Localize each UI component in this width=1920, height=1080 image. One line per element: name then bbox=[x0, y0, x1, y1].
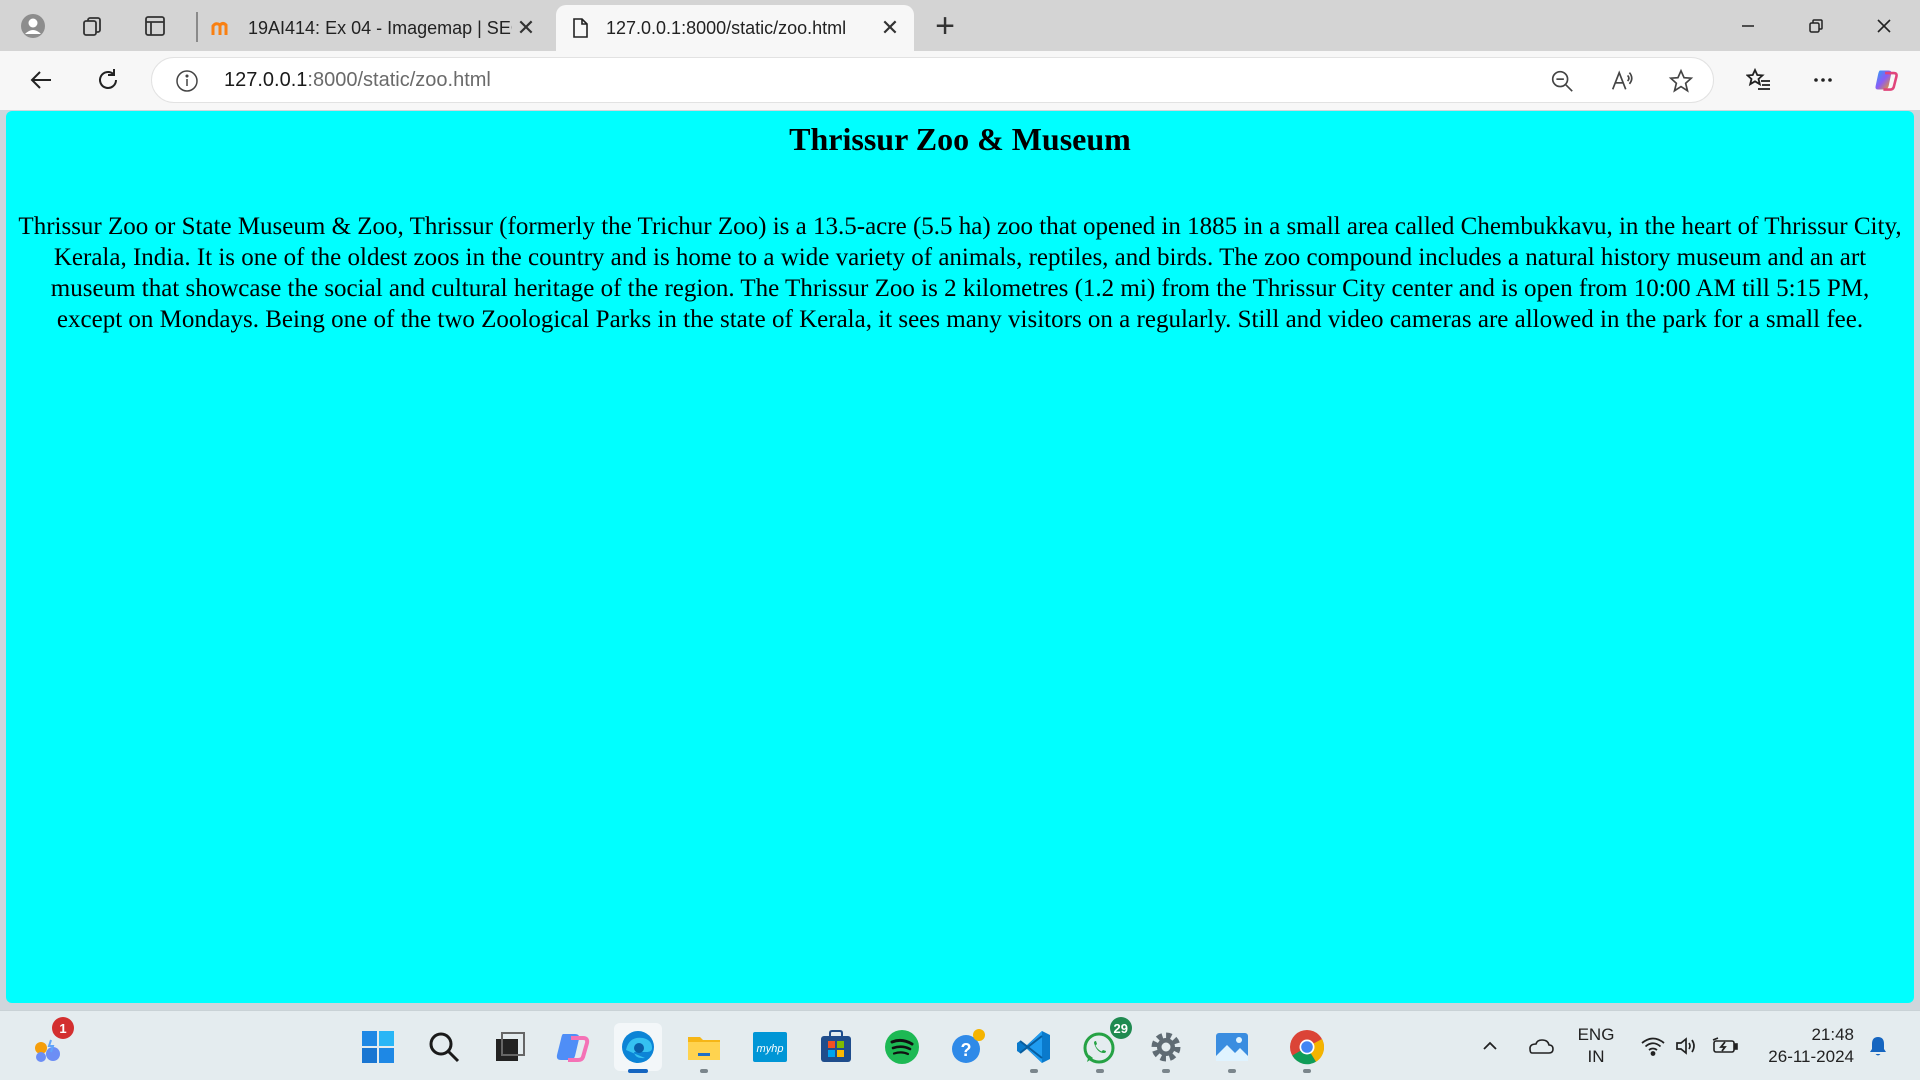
active-indicator bbox=[628, 1069, 648, 1073]
file-icon bbox=[568, 16, 592, 40]
language-line2: IN bbox=[1587, 1047, 1605, 1066]
url-path: :8000/static/zoo.html bbox=[307, 69, 491, 91]
moodle-icon bbox=[210, 16, 234, 40]
windows-start-icon[interactable] bbox=[354, 1023, 402, 1071]
whatsapp-badge: 29 bbox=[1109, 1017, 1132, 1039]
close-window-icon[interactable] bbox=[1850, 0, 1918, 51]
svg-text:?: ? bbox=[961, 1040, 972, 1060]
running-indicator bbox=[700, 1069, 708, 1073]
onedrive-cloud-icon[interactable] bbox=[1524, 1011, 1556, 1080]
page-viewport: Thrissur Zoo & Museum Thrissur Zoo or St… bbox=[6, 111, 1914, 1003]
running-indicator bbox=[1162, 1069, 1170, 1073]
wifi-icon[interactable] bbox=[1638, 1011, 1668, 1080]
workspaces-icon[interactable] bbox=[72, 6, 112, 46]
myhp-icon[interactable]: myhp bbox=[746, 1023, 794, 1071]
vscode-icon[interactable] bbox=[1010, 1023, 1058, 1073]
more-options-icon[interactable] bbox=[1801, 58, 1845, 102]
refresh-icon[interactable] bbox=[86, 58, 130, 102]
battery-charging-icon[interactable] bbox=[1710, 1011, 1740, 1080]
url-text[interactable]: 127.0.0.1:8000/static/zoo.html bbox=[224, 69, 491, 92]
show-hidden-icons-icon[interactable] bbox=[1476, 1011, 1504, 1080]
restore-icon[interactable] bbox=[1782, 0, 1850, 51]
profile-avatar-icon[interactable] bbox=[13, 6, 53, 46]
tab-title: 127.0.0.1:8000/static/zoo.html bbox=[606, 17, 847, 38]
new-tab-icon[interactable]: + bbox=[925, 6, 965, 46]
clock-date: 26-11-2024 bbox=[1768, 1047, 1854, 1066]
clock-time: 21:48 bbox=[1811, 1025, 1854, 1044]
windows-taskbar: 1 myhp ? 29 ENG IN 21:48 26-11-2024 bbox=[0, 1010, 1920, 1080]
tab-title: 19AI414: Ex 04 - Imagemap | SEC bbox=[248, 17, 512, 38]
url-host: 127.0.0.1 bbox=[224, 69, 308, 91]
language-indicator[interactable]: ENG IN bbox=[1570, 1011, 1622, 1080]
site-info-icon[interactable] bbox=[174, 68, 200, 94]
search-icon[interactable] bbox=[420, 1023, 468, 1071]
tab-zoo[interactable]: 127.0.0.1:8000/static/zoo.html ✕ bbox=[556, 5, 914, 51]
running-indicator bbox=[1030, 1069, 1038, 1073]
minimize-icon[interactable] bbox=[1714, 0, 1782, 51]
address-bar[interactable]: 127.0.0.1:8000/static/zoo.html bbox=[151, 57, 1714, 103]
copilot-taskbar-icon[interactable] bbox=[548, 1023, 596, 1071]
spotify-icon[interactable] bbox=[878, 1023, 926, 1071]
get-help-icon[interactable]: ? bbox=[944, 1023, 992, 1071]
file-explorer-icon[interactable] bbox=[680, 1023, 728, 1073]
weather-widget-icon[interactable]: 1 bbox=[24, 1017, 74, 1071]
read-aloud-icon[interactable] bbox=[1608, 67, 1636, 95]
back-arrow-icon[interactable] bbox=[19, 58, 63, 102]
favorites-list-icon[interactable] bbox=[1737, 58, 1781, 102]
running-indicator bbox=[1303, 1069, 1311, 1073]
browser-toolbar: 127.0.0.1:8000/static/zoo.html bbox=[0, 51, 1920, 110]
tab-imagemap[interactable]: 19AI414: Ex 04 - Imagemap | SEC ✕ bbox=[198, 5, 550, 51]
language-line1: ENG bbox=[1577, 1025, 1615, 1044]
task-view-icon[interactable] bbox=[486, 1023, 534, 1071]
running-indicator bbox=[1228, 1069, 1236, 1073]
edge-browser-icon[interactable] bbox=[614, 1023, 662, 1073]
tab-strip: 19AI414: Ex 04 - Imagemap | SEC ✕ 127.0.… bbox=[0, 0, 1920, 51]
running-indicator bbox=[1096, 1069, 1104, 1073]
microsoft-store-icon[interactable] bbox=[812, 1023, 860, 1071]
page-title: Thrissur Zoo & Museum bbox=[789, 121, 1131, 157]
copilot-icon[interactable] bbox=[1864, 58, 1908, 102]
page-description: Thrissur Zoo or State Museum & Zoo, Thri… bbox=[18, 213, 1902, 333]
whatsapp-icon[interactable]: 29 bbox=[1076, 1017, 1132, 1073]
close-tab-icon[interactable]: ✕ bbox=[512, 14, 540, 42]
close-tab-icon[interactable]: ✕ bbox=[876, 14, 904, 42]
settings-gear-icon[interactable] bbox=[1142, 1023, 1190, 1073]
zoom-out-icon[interactable] bbox=[1548, 67, 1576, 95]
myhp-label: myhp bbox=[757, 1043, 784, 1055]
favorite-star-icon[interactable] bbox=[1667, 67, 1695, 95]
vertical-tabs-icon[interactable] bbox=[135, 6, 175, 46]
clock[interactable]: 21:48 26-11-2024 bbox=[1756, 1011, 1854, 1080]
volume-icon[interactable] bbox=[1672, 1011, 1702, 1080]
chrome-icon[interactable] bbox=[1283, 1023, 1331, 1073]
weather-badge: 1 bbox=[52, 1017, 74, 1039]
notification-bell-icon[interactable] bbox=[1864, 1011, 1892, 1080]
photos-icon[interactable] bbox=[1208, 1023, 1256, 1073]
